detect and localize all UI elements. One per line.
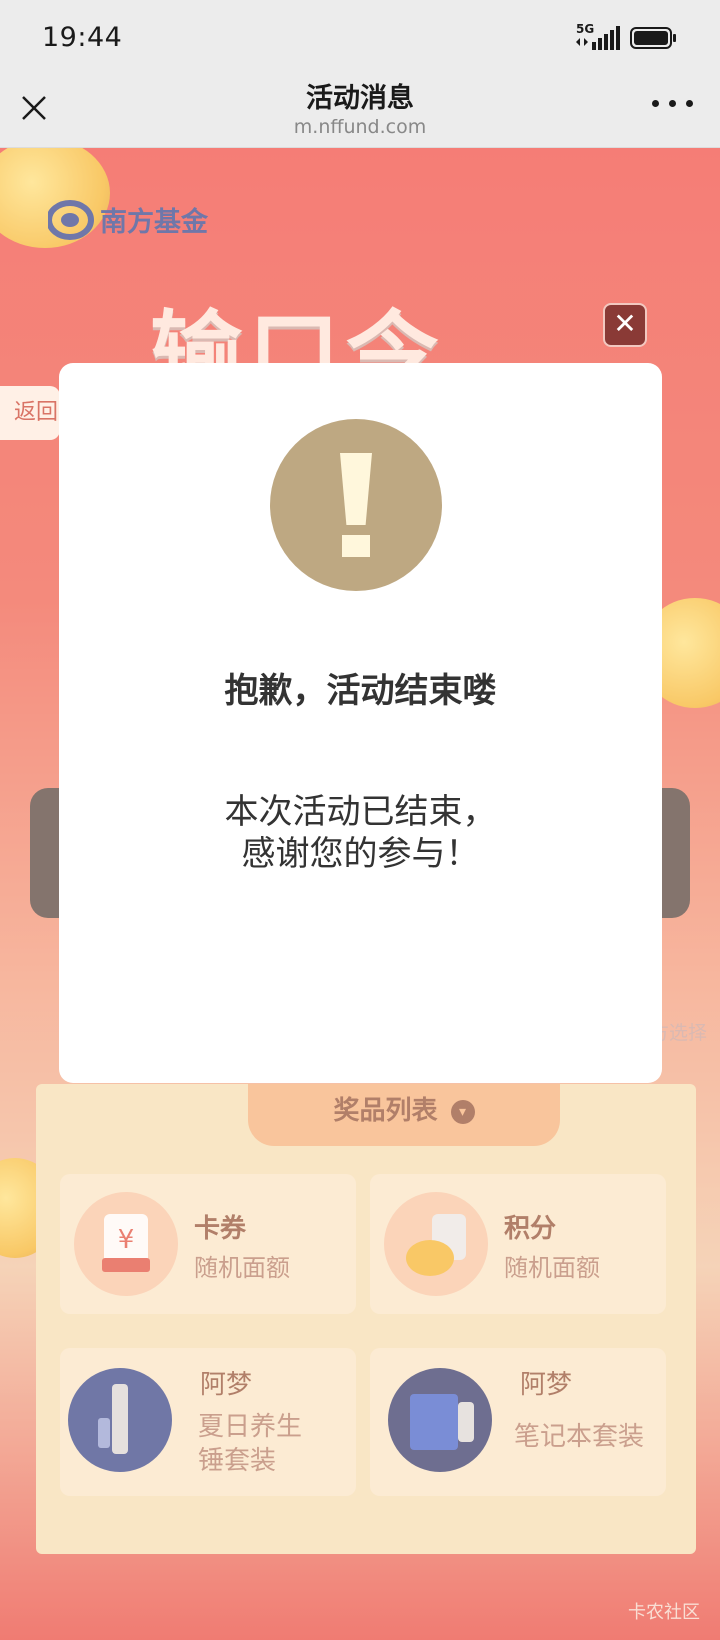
- more-icon[interactable]: [652, 100, 696, 114]
- status-bar: 19:44 5G: [0, 0, 720, 74]
- warning-icon: [270, 419, 442, 591]
- page-url: m.nffund.com: [293, 116, 427, 138]
- page-title: 活动消息: [306, 83, 414, 114]
- battery-icon: [630, 26, 678, 50]
- dialog-message: 本次活动已结束， 感谢您的参与！: [59, 791, 662, 875]
- nav-bar: 活动消息 m.nffund.com: [0, 74, 720, 148]
- dialog-close-button[interactable]: ✕: [603, 303, 647, 347]
- dialog-message-line: 感谢您的参与！: [241, 834, 480, 874]
- activity-ended-dialog: 抱歉，活动结束喽 本次活动已结束， 感谢您的参与！: [59, 363, 662, 1083]
- dialog-title: 抱歉，活动结束喽: [224, 671, 497, 711]
- dialog-message-line: 本次活动已结束，: [224, 792, 497, 832]
- network-label: 5G: [576, 22, 595, 36]
- status-time: 19:44: [42, 22, 123, 53]
- signal-icon: 5G: [576, 22, 624, 52]
